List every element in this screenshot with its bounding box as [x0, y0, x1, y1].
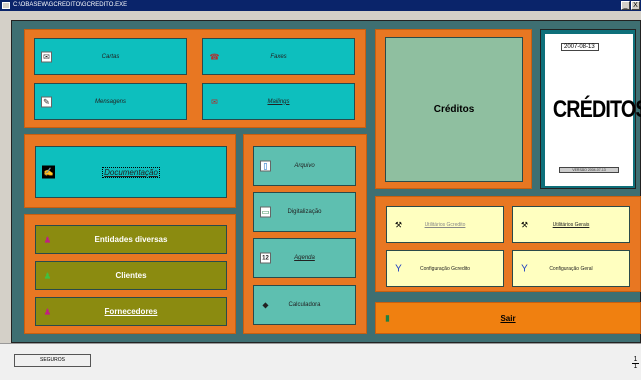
- client-icon: ♟: [43, 271, 52, 280]
- digitalizacao-button[interactable]: ▭ Digitalização: [253, 192, 356, 232]
- window-controls: _ X: [621, 1, 640, 10]
- calendar-icon: 12: [260, 252, 271, 264]
- app-title: CRÉDITOS: [552, 96, 641, 123]
- minimize-button[interactable]: _: [621, 1, 630, 10]
- message-icon: ✎: [41, 96, 52, 107]
- config-geral-label: Configuração Geral: [549, 265, 593, 272]
- creditos-button[interactable]: Créditos: [385, 37, 523, 182]
- entidades-button[interactable]: ♟ Entidades diversas: [35, 225, 227, 254]
- creditos-label: Créditos: [433, 104, 475, 115]
- file-icon: ▯: [260, 160, 271, 172]
- page-total: 1: [633, 363, 638, 370]
- fornecedores-label: Fornecedores: [104, 307, 158, 316]
- scanner-icon: ▭: [260, 206, 271, 218]
- tool-icon: ⚒: [394, 220, 403, 229]
- page-indicator: 1 1: [632, 356, 639, 370]
- close-button[interactable]: X: [631, 1, 640, 10]
- cartas-button[interactable]: ✉ Cartas: [34, 38, 187, 75]
- exit-icon: ▮: [385, 313, 390, 323]
- application-window: C:\OBASEW\GCREDITO\GCREDITO.EXE _ X ✉ Ca…: [0, 0, 641, 380]
- utilitarios-gcredito-button[interactable]: ⚒ Utilitários Gcredito: [386, 206, 504, 243]
- faxes-button[interactable]: ☎ Faxes: [202, 38, 355, 75]
- fax-icon: ☎: [209, 52, 220, 61]
- clientes-button[interactable]: ♟ Clientes: [35, 261, 227, 290]
- utilitarios-gcredito-label: Utilitários Gcredito: [424, 221, 466, 228]
- digitalizacao-label: Digitalização: [287, 209, 322, 215]
- mailings-button[interactable]: ✉ Mailings: [202, 83, 355, 120]
- document-icon: ✍: [42, 165, 55, 179]
- mensagens-button[interactable]: ✎ Mensagens: [34, 83, 187, 120]
- fornecedores-button[interactable]: ♟ Fornecedores: [35, 297, 227, 326]
- letter-icon: ✉: [41, 51, 52, 62]
- documentacao-button[interactable]: ✍ Documentação: [35, 146, 227, 198]
- sair-label: Sair: [500, 313, 516, 323]
- cartas-label: Cartas: [101, 53, 120, 60]
- date-field: 2007-08-13: [561, 43, 599, 51]
- clientes-label: Clientes: [115, 271, 147, 280]
- wrench-icon: Y: [395, 263, 402, 274]
- config-gcredito-button[interactable]: Y Configuração Gcredito: [386, 250, 504, 287]
- arquivo-button[interactable]: ▯ Arquivo: [253, 146, 356, 186]
- calculator-icon: ◆: [262, 300, 269, 310]
- version-label: VERSÃO 2004-07-13: [559, 167, 619, 173]
- supplier-icon: ♟: [43, 307, 52, 316]
- people-icon: ♟: [43, 235, 52, 244]
- wrench-icon: Y: [521, 263, 528, 274]
- seguros-tab[interactable]: SEGUROS: [14, 354, 91, 367]
- status-bar: SEGUROS 1 1: [0, 343, 641, 380]
- mailings-label: Mailings: [267, 98, 290, 105]
- sair-button[interactable]: ▮ Sair: [375, 302, 641, 334]
- info-card: 2007-08-13 CRÉDITOS VERSÃO 2004-07-13: [540, 29, 641, 189]
- tool-icon: ⚒: [520, 220, 529, 229]
- agenda-label: Agenda: [294, 255, 315, 261]
- info-card-inner: 2007-08-13 CRÉDITOS VERSÃO 2004-07-13: [545, 34, 641, 186]
- config-gcredito-label: Configuração Gcredito: [419, 265, 471, 272]
- app-icon: [2, 2, 10, 9]
- utilitarios-gerais-label: Utilitários Gerais: [552, 221, 590, 228]
- title-bar[interactable]: C:\OBASEW\GCREDITO\GCREDITO.EXE _ X: [0, 0, 641, 11]
- calculadora-button[interactable]: ◆ Calculadora: [253, 285, 356, 325]
- documentacao-label: Documentação: [102, 166, 160, 178]
- mensagens-label: Mensagens: [94, 98, 127, 105]
- mailing-icon: ✉: [211, 97, 218, 106]
- utilitarios-gerais-button[interactable]: ⚒ Utilitários Gerais: [512, 206, 630, 243]
- arquivo-label: Arquivo: [294, 163, 315, 169]
- agenda-button[interactable]: 12 Agenda: [253, 238, 356, 278]
- config-geral-button[interactable]: Y Configuração Geral: [512, 250, 630, 287]
- faxes-label: Faxes: [270, 53, 287, 60]
- calculadora-label: Calculadora: [288, 302, 321, 308]
- window-title: C:\OBASEW\GCREDITO\GCREDITO.EXE: [13, 2, 128, 8]
- entidades-label: Entidades diversas: [94, 235, 168, 244]
